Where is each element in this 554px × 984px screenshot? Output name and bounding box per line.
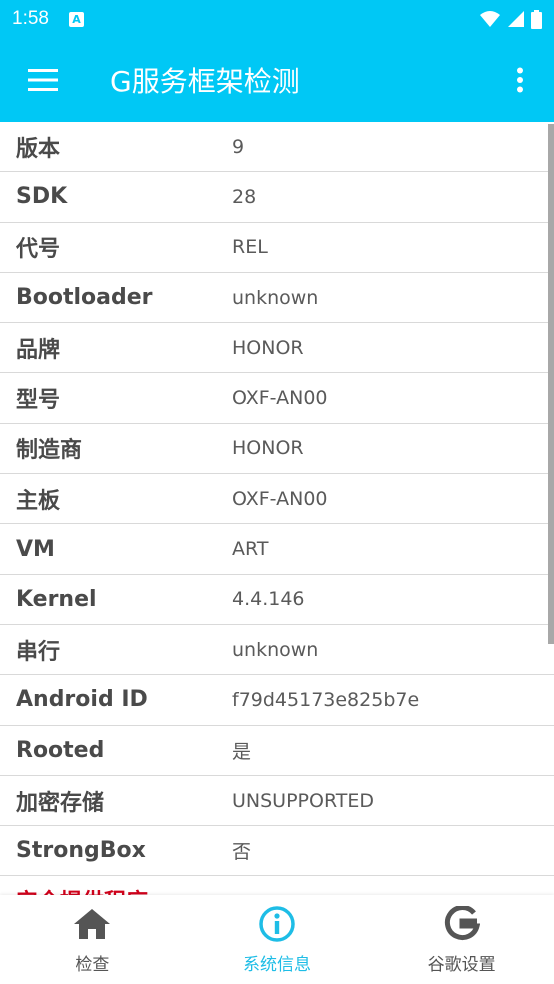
- home-icon: [72, 904, 112, 944]
- row-value: UNSUPPORTED: [232, 789, 375, 812]
- row-value: unknown: [232, 638, 319, 661]
- row-label: Android ID: [16, 687, 148, 713]
- notification-icon: A: [68, 11, 84, 27]
- row-label: SDK: [16, 184, 68, 210]
- row-label: Kernel: [16, 586, 97, 612]
- info-row-model: 型号 OXF-AN00: [0, 373, 554, 424]
- row-label: 主板: [16, 488, 61, 514]
- row-label: 代号: [16, 237, 61, 263]
- info-row-android-id: Android ID f79d45173e825b7e: [0, 675, 554, 726]
- bottom-navigation: 检查 系统信息 谷歌设置: [0, 895, 554, 984]
- row-value: 9: [232, 135, 245, 158]
- menu-button[interactable]: [0, 38, 86, 122]
- battery-icon: [531, 9, 542, 29]
- row-label: StrongBox: [16, 838, 146, 864]
- row-value: ART: [232, 538, 269, 561]
- row-label: 型号: [16, 388, 61, 414]
- info-row-encrypted-storage: 加密存储 UNSUPPORTED: [0, 776, 554, 827]
- status-time: 1:58: [12, 8, 49, 29]
- info-row-strongbox: StrongBox 否: [0, 826, 554, 877]
- info-row-codename: 代号 REL: [0, 223, 554, 273]
- row-value: REL: [232, 236, 268, 259]
- info-row-brand: 品牌 HONOR: [0, 323, 554, 374]
- info-row-serial: 串行 unknown: [0, 625, 554, 676]
- status-icons: [479, 9, 542, 29]
- info-row-version: 版本 9: [0, 122, 554, 173]
- row-value: unknown: [232, 286, 319, 309]
- row-value: HONOR: [232, 336, 304, 359]
- nav-label: 谷歌设置: [427, 955, 496, 975]
- row-label: 串行: [16, 639, 61, 665]
- info-row-kernel: Kernel 4.4.146: [0, 575, 554, 625]
- row-label: 制造商: [16, 438, 83, 464]
- info-row-vm: VM ART: [0, 524, 554, 575]
- status-bar: 1:58 A: [0, 0, 554, 38]
- row-label: 加密存储: [16, 790, 105, 816]
- row-value: OXF-AN00: [232, 387, 328, 410]
- row-value: HONOR: [232, 437, 304, 460]
- row-label: 品牌: [16, 337, 61, 363]
- system-info-list[interactable]: 版本 9 SDK 28 代号 REL Bootloader unknown 品牌…: [0, 122, 554, 895]
- more-vert-icon: [517, 67, 523, 93]
- info-row-sdk: SDK 28: [0, 172, 554, 223]
- nav-tab-check[interactable]: 检查: [0, 895, 185, 984]
- row-value: 28: [232, 185, 257, 208]
- info-icon: [257, 904, 297, 944]
- row-label: Rooted: [16, 737, 105, 763]
- app-toolbar: G服务框架检测: [0, 38, 554, 122]
- section-header-security-provider: 安全提供程序: [0, 876, 554, 895]
- page-title: G服务框架检测: [110, 65, 300, 98]
- more-options-button[interactable]: [486, 38, 554, 122]
- nav-tab-google-settings[interactable]: 谷歌设置: [369, 895, 554, 984]
- nav-label: 检查: [75, 955, 110, 975]
- info-row-board: 主板 OXF-AN00: [0, 474, 554, 525]
- row-value: 否: [232, 841, 252, 864]
- hamburger-icon: [28, 69, 58, 91]
- row-value: 是: [232, 740, 252, 763]
- google-icon: [442, 904, 482, 944]
- nav-label: 系统信息: [243, 955, 311, 975]
- wifi-icon: [480, 11, 500, 27]
- row-value: f79d45173e825b7e: [232, 688, 420, 711]
- row-value: OXF-AN00: [232, 487, 328, 510]
- info-row-rooted: Rooted 是: [0, 726, 554, 776]
- info-row-bootloader: Bootloader unknown: [0, 273, 554, 324]
- signal-icon: [508, 11, 524, 27]
- row-label: Bootloader: [16, 285, 153, 311]
- scrollbar[interactable]: [548, 124, 554, 644]
- nav-tab-system-info[interactable]: 系统信息: [185, 895, 370, 984]
- row-value: 4.4.146: [232, 588, 305, 611]
- row-label: 版本: [16, 136, 61, 162]
- info-row-manufacturer: 制造商 HONOR: [0, 424, 554, 475]
- row-label: VM: [16, 536, 55, 562]
